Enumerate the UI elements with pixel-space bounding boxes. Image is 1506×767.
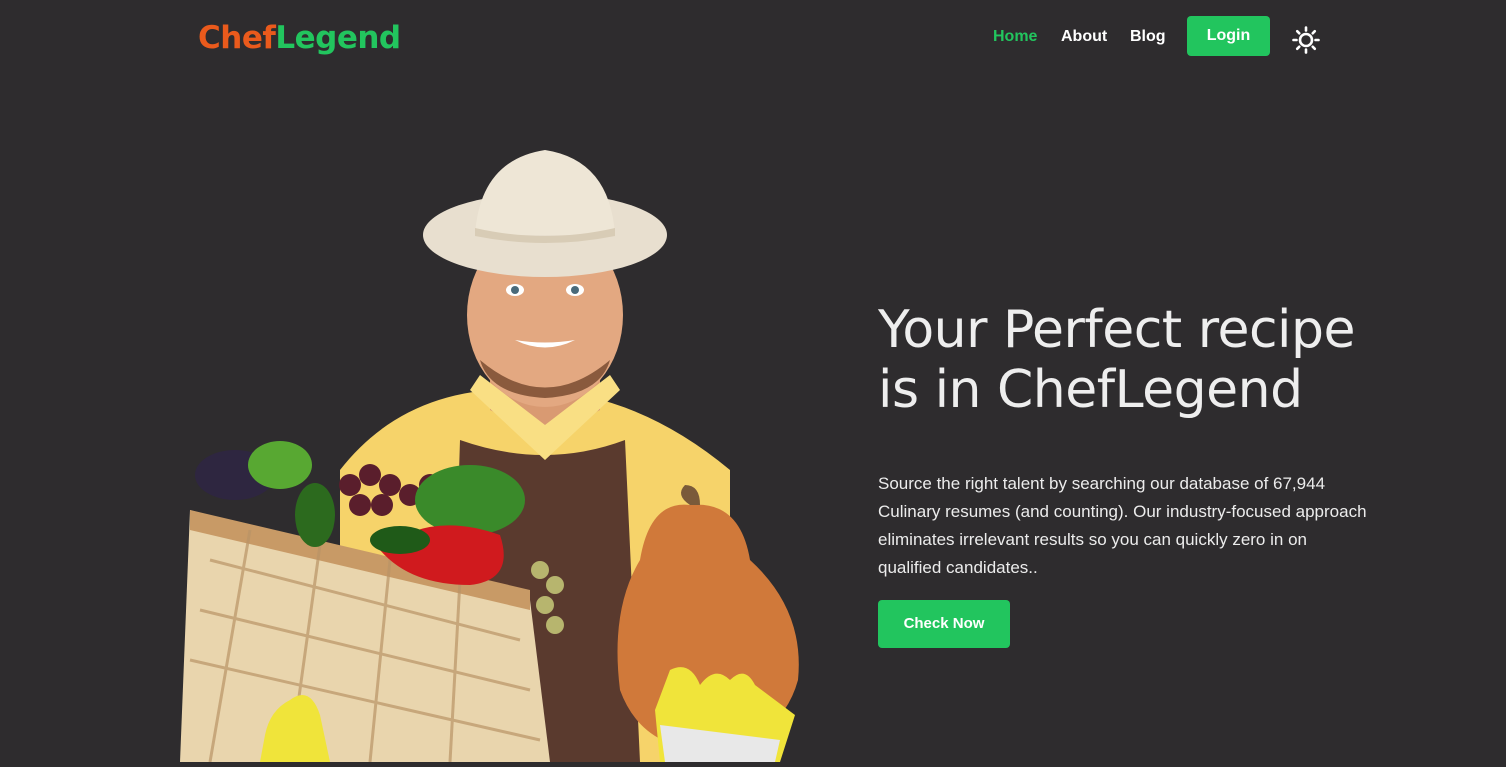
theme-toggle-button[interactable] [1292,26,1320,54]
navbar: ChefLegend Home About Blog Login [0,0,1506,76]
hero-title-line2: is in ChefLegend [878,360,1303,420]
check-now-button[interactable]: Check Now [878,600,1010,648]
nav-about-link[interactable]: About [1061,26,1107,48]
hero-desc-line4: qualified candidates.. [878,558,1038,577]
sun-icon [1292,26,1320,54]
hero-title-line1: Your Perfect recipe [878,300,1355,360]
hero-desc-line2: Culinary resumes (and counting). Our ind… [878,502,1367,521]
nav-blog-link[interactable]: Blog [1130,26,1166,48]
hero-desc-line3: eliminates irrelevant results so you can… [878,530,1307,549]
login-button[interactable]: Login [1187,16,1270,56]
brand-logo-part2: Legend [275,20,401,56]
brand-logo-part1: Chef [198,20,276,56]
hero-image [170,140,820,763]
farmer-with-vegetables-image [180,150,799,763]
hero-description: Source the right talent by searching our… [878,470,1408,582]
hero-desc-line1: Source the right talent by searching our… [878,474,1326,493]
hero-title: Your Perfect recipe is in ChefLegend [878,300,1438,420]
nav-home-link[interactable]: Home [993,26,1037,48]
brand-logo[interactable]: ChefLegend [198,18,401,58]
